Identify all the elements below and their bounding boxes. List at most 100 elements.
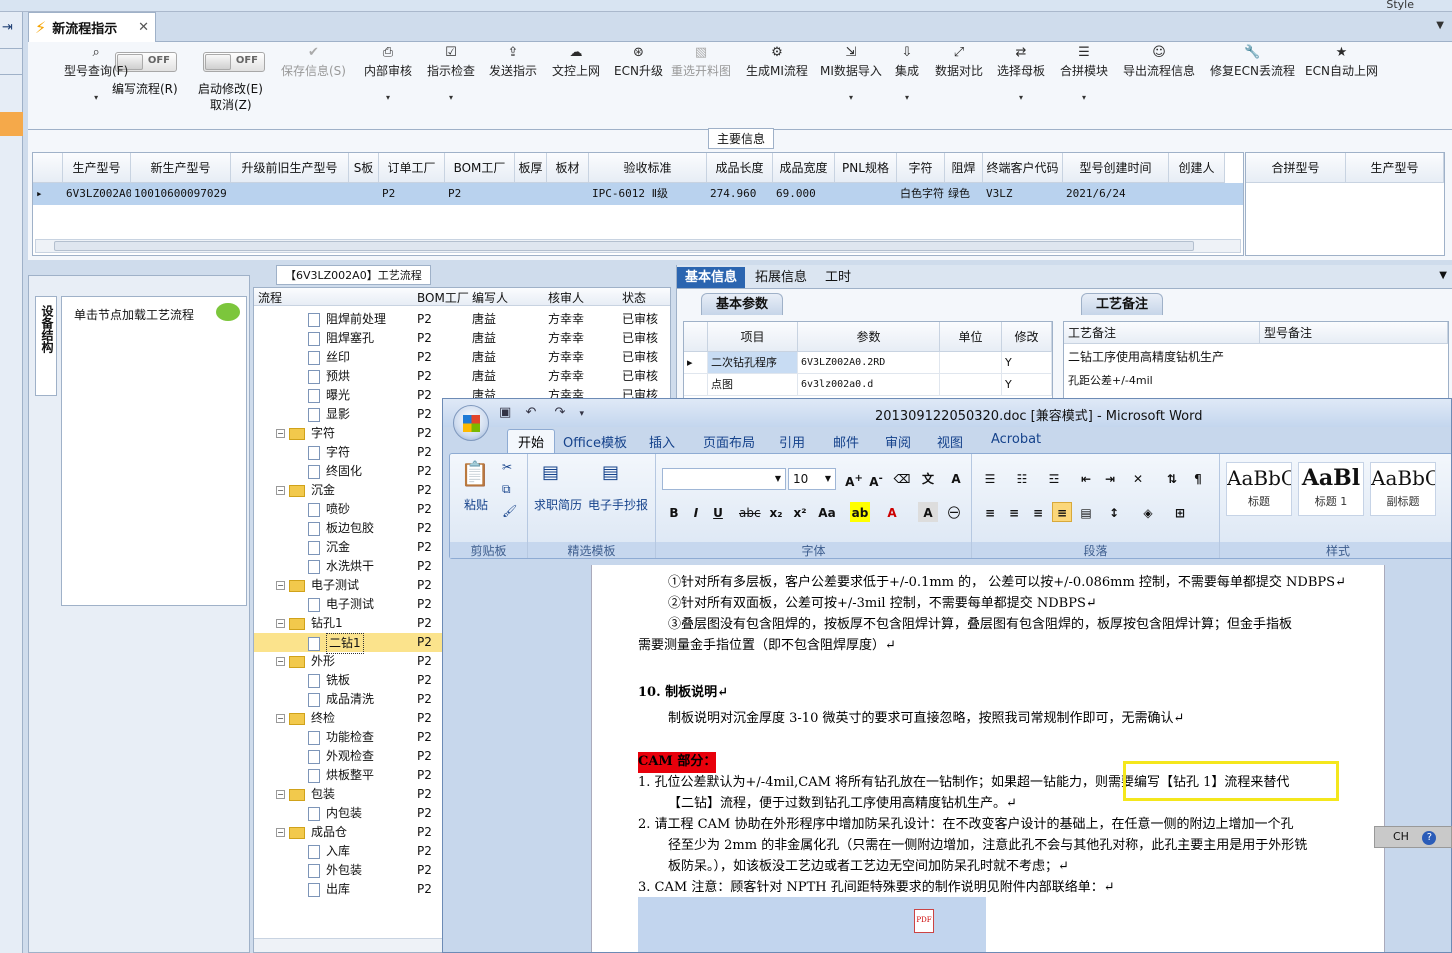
collapse-icon[interactable]: − xyxy=(276,714,285,723)
scroll-thumb[interactable] xyxy=(54,241,1194,251)
chevron-down-icon[interactable]: ▾ xyxy=(849,93,853,102)
ribbon-tab[interactable]: 引用 xyxy=(779,432,805,451)
shading-button[interactable]: ◈ xyxy=(1138,502,1158,522)
grid-column-header[interactable]: 板材 xyxy=(547,153,589,183)
grid-column-header[interactable]: 成品宽度 xyxy=(773,153,835,183)
notes-table[interactable]: 工艺备注 型号备注 二钻工序使用高精度钻机生产 孔距公差+/-4mil xyxy=(1063,321,1449,400)
table-row[interactable]: ▸ 二次钻孔程序 6V3LZ002A0.2RD Y xyxy=(684,352,1052,374)
close-tab-icon[interactable]: ✕ xyxy=(138,20,149,35)
ribbon-tab[interactable]: Office模板 xyxy=(563,432,627,451)
grid-cell[interactable]: V3LZ xyxy=(983,183,1063,205)
grid-cell[interactable] xyxy=(231,183,349,205)
grid-column-header[interactable]: 验收标准 xyxy=(589,153,707,183)
horizontal-scrollbar[interactable] xyxy=(35,239,1241,253)
grid-column-header[interactable]: 型号创建时间 xyxy=(1063,153,1169,183)
toolbar-button[interactable]: 🔧 修复ECN丢流程 xyxy=(1210,44,1295,79)
chevron-down-icon[interactable]: ▾ xyxy=(905,93,909,102)
ribbon-tab[interactable]: 邮件 xyxy=(833,432,859,451)
style-heading1[interactable]: AaBl 标题 1 xyxy=(1298,462,1364,516)
tab-basic-info[interactable]: 基本信息 xyxy=(677,267,746,288)
copy-icon[interactable]: ⧉ xyxy=(502,482,511,497)
chevron-down-icon[interactable]: ▾ xyxy=(1082,93,1086,102)
grid-cell[interactable]: 绿色 xyxy=(945,183,983,205)
redo-icon[interactable]: ↷ xyxy=(554,405,565,420)
subscript-button[interactable]: x₂ xyxy=(766,502,786,522)
grid-column-header[interactable]: 成品长度 xyxy=(707,153,773,183)
ribbon-tab[interactable]: 插入 xyxy=(649,432,675,451)
grid-cell[interactable] xyxy=(1169,183,1225,205)
model-grid[interactable]: 生产型号 新生产型号 升级前旧生产型号 S板 订单工厂 BOM工厂 板厚 板材 验收标准 成品长度… xyxy=(32,152,1244,256)
ribbon-tab[interactable]: 审阅 xyxy=(885,432,911,451)
chevron-down-icon[interactable]: ▾ xyxy=(1019,93,1023,102)
superscript-button[interactable]: x² xyxy=(790,502,810,522)
phonetic-button[interactable]: 文 xyxy=(918,468,938,488)
grid-column-header[interactable]: 生产型号 xyxy=(63,153,131,183)
grid-cell[interactable]: 白色字符 xyxy=(897,183,945,205)
ribbon-tab[interactable]: 视图 xyxy=(937,432,963,451)
change-case-button[interactable]: Aa xyxy=(814,502,840,522)
grid-column-header[interactable]: 板厚 xyxy=(515,153,547,183)
bullets-button[interactable]: ☰ xyxy=(980,468,1000,488)
merge-grid[interactable]: 合拼型号 生产型号 xyxy=(1245,152,1445,256)
grid-cell[interactable] xyxy=(835,183,897,205)
toolbar-button[interactable]: ⤢ 数据对比 xyxy=(935,44,983,79)
cancel-label[interactable]: 取消(Z) xyxy=(210,96,252,113)
language-bar[interactable]: CH ? xyxy=(1374,826,1452,848)
embedded-image[interactable]: PDF xyxy=(638,897,986,952)
grid-column-header[interactable]: 升级前旧生产型号 xyxy=(231,153,349,183)
toolbar-button[interactable]: ▧ 重选开料图 xyxy=(671,44,731,79)
char-border-button[interactable]: A xyxy=(946,468,966,488)
merge-grid-column-header[interactable]: 生产型号 xyxy=(1346,153,1444,183)
font-color-button[interactable]: A xyxy=(882,502,902,522)
style-selector[interactable]: Style xyxy=(1386,0,1414,11)
side-tab-equipment[interactable]: 设备结构 xyxy=(35,296,57,396)
toolbar-button[interactable]: ☁ 文控上网 xyxy=(552,44,600,79)
tree-row[interactable]: 阻焊前处理 P2 唐益 方幸幸 已审核 xyxy=(254,310,670,329)
grid-cell[interactable]: IPC-6012 Ⅱ级 xyxy=(589,183,707,205)
char-shading-button[interactable]: A xyxy=(918,502,938,522)
toolbar-button[interactable]: ☑ 指示检查 ▾ xyxy=(427,44,475,102)
grid-column-header[interactable]: S板 xyxy=(349,153,379,183)
paste-icon[interactable]: 📋 xyxy=(460,460,490,488)
param-value[interactable]: 6V3LZ002A0.2RD xyxy=(798,352,940,374)
paste-button[interactable]: 粘贴 xyxy=(464,496,488,513)
grow-font-button[interactable]: A+ xyxy=(844,468,864,489)
collapse-icon[interactable]: − xyxy=(276,581,285,590)
grid-cell[interactable]: P2 xyxy=(445,183,515,205)
collapse-icon[interactable]: − xyxy=(276,790,285,799)
align-center-button[interactable]: ≡ xyxy=(1004,502,1024,522)
toolbar-button[interactable]: ⇪ 发送指示 xyxy=(489,44,537,79)
resume-template-button[interactable]: 求职简历 xyxy=(534,496,582,513)
multilevel-list-button[interactable]: ☲ xyxy=(1044,468,1064,488)
grid-cell[interactable]: 274.960 xyxy=(707,183,773,205)
chevron-down-icon[interactable]: ▾ xyxy=(449,93,453,102)
ribbon-tab[interactable]: 页面布局 xyxy=(703,432,755,451)
increase-indent-button[interactable]: ⇥ xyxy=(1100,468,1120,488)
line-spacing-button[interactable]: ↕ xyxy=(1104,502,1124,522)
chevron-down-icon[interactable]: ▾ xyxy=(386,93,390,102)
table-row[interactable]: 点图 6v3lz002a0.d Y xyxy=(684,374,1052,396)
tab-extended-info[interactable]: 拓展信息 xyxy=(747,267,815,288)
collapse-icon[interactable]: − xyxy=(276,486,285,495)
grid-cell[interactable] xyxy=(547,183,589,205)
distributed-button[interactable]: ▤ xyxy=(1076,502,1096,522)
tree-row[interactable]: 丝印 P2 唐益 方幸幸 已审核 xyxy=(254,348,670,367)
grid-column-header[interactable]: BOM工厂 xyxy=(445,153,515,183)
toolbar-button[interactable]: ⊛ ECN升级 xyxy=(614,44,663,79)
grid-cell[interactable]: 2021/6/24 xyxy=(1063,183,1169,205)
format-painter-icon[interactable]: 🖌 xyxy=(502,504,517,518)
underline-button[interactable]: U xyxy=(708,502,728,522)
params-table[interactable]: 项目 参数 单位 修改 ▸ 二次钻孔程序 6V3LZ002A0.2RD Y 点图… xyxy=(683,321,1053,400)
help-icon[interactable]: ? xyxy=(1422,831,1437,845)
sort-button[interactable]: ⇅ xyxy=(1162,468,1182,488)
toolbar-button[interactable]: ✔ 保存信息(S) xyxy=(281,44,346,79)
strikethrough-button[interactable]: abc xyxy=(738,502,761,522)
numbering-button[interactable]: ☷ xyxy=(1012,468,1032,488)
grid-cell[interactable]: 69.000 xyxy=(773,183,835,205)
grid-column-header[interactable]: 新生产型号 xyxy=(131,153,231,183)
collapse-icon[interactable]: − xyxy=(276,657,285,666)
tab-new-process[interactable]: ⚡ 新流程指示 ✕ xyxy=(28,12,156,42)
ribbon-tab[interactable]: Acrobat xyxy=(991,432,1041,447)
toolbar-button[interactable]: ⎙ 内部审核 ▾ xyxy=(364,44,412,102)
grid-cell[interactable]: P2 xyxy=(379,183,445,205)
